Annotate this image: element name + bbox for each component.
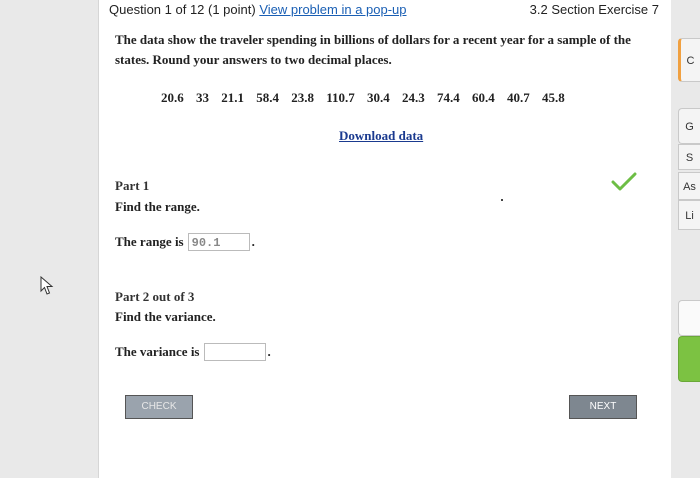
popup-link[interactable]: View problem in a pop-up <box>259 2 406 17</box>
part2-task: Find the variance. <box>115 309 216 324</box>
side-tab-c[interactable]: C <box>678 38 700 82</box>
question-header: Question 1 of 12 (1 point) View problem … <box>109 2 407 17</box>
problem-prompt: The data show the traveler spending in b… <box>115 32 631 67</box>
part1-task: Find the range. <box>115 199 200 214</box>
data-value: 74.4 <box>437 90 460 105</box>
variance-suffix: . <box>267 344 271 359</box>
range-answer-row: The range is 90.1 . <box>115 233 255 251</box>
side-tab-as[interactable]: As <box>678 172 700 200</box>
data-value: 40.7 <box>507 90 530 105</box>
mouse-cursor-icon <box>40 275 54 301</box>
data-value: 21.1 <box>221 90 244 105</box>
side-tab-green[interactable] <box>678 336 700 382</box>
section-label: 3.2 Section Exercise 7 <box>529 2 659 17</box>
variance-label: The variance is <box>115 344 200 359</box>
data-value: 23.8 <box>291 90 314 105</box>
side-tab-g[interactable]: G <box>678 108 700 144</box>
side-tab-blank[interactable] <box>678 300 700 336</box>
part2-heading: Part 2 out of 3 <box>115 289 195 304</box>
data-value: 60.4 <box>472 90 495 105</box>
data-value: 24.3 <box>402 90 425 105</box>
data-value: 33 <box>196 90 209 105</box>
variance-input[interactable] <box>203 343 266 361</box>
question-panel: Question 1 of 12 (1 point) View problem … <box>98 0 671 478</box>
data-value: 110.7 <box>326 90 355 105</box>
part1-heading: Part 1 <box>115 178 150 193</box>
download-data-link[interactable]: Download data <box>339 128 423 144</box>
side-tab-s[interactable]: S <box>678 144 700 170</box>
data-values: 20.6 33 21.1 58.4 23.8 110.7 30.4 24.3 7… <box>161 90 574 106</box>
check-mark-icon <box>611 172 637 197</box>
next-button[interactable]: NEXT <box>569 395 637 419</box>
range-label: The range is <box>115 234 184 249</box>
question-label: Question 1 of 12 (1 point) <box>109 2 256 17</box>
check-button[interactable]: CHECK <box>125 395 193 419</box>
data-value: 30.4 <box>367 90 390 105</box>
variance-answer-row: The variance is . <box>115 343 271 361</box>
range-suffix: . <box>251 234 255 249</box>
data-value: 20.6 <box>161 90 184 105</box>
data-value: 45.8 <box>542 90 565 105</box>
range-input[interactable]: 90.1 <box>187 233 250 251</box>
side-tab-li[interactable]: Li <box>678 200 700 230</box>
data-value: 58.4 <box>256 90 279 105</box>
stray-dot <box>501 199 503 201</box>
